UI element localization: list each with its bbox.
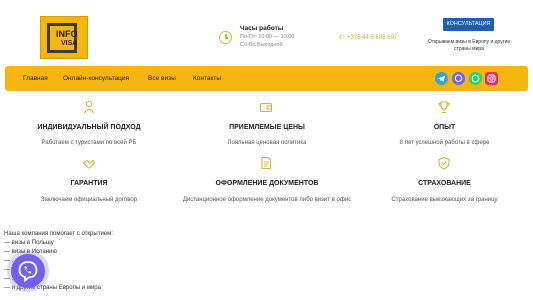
viber-chat-button[interactable] [11, 254, 45, 288]
clock-icon [219, 31, 232, 44]
nav-bar: Главная Онлайн-консультация Все визы Кон… [5, 66, 528, 91]
whatsapp-icon[interactable] [469, 72, 482, 85]
feature-title-insurance: СТРАХОВАНИЕ [418, 180, 471, 187]
viber-icon[interactable] [452, 72, 465, 85]
hours-title: Часы работы [240, 25, 284, 32]
feature-desc-documents: Дистанционное оформление документов либо… [182, 197, 352, 203]
feature-title-individual: ИНДИВИДУАЛЬНЫЙ ПОДХОД [37, 124, 141, 131]
hours-weekdays: Пн-Пт: 10:00 — 19:00 [240, 34, 295, 40]
viber-icon [18, 261, 38, 283]
nav-item-contacts[interactable]: Контакты [193, 75, 221, 82]
consultation-button[interactable]: КОНСУЛЬТАЦИЯ [443, 18, 494, 31]
feature-desc-guarantee: Заключаем официальный договор [40, 197, 138, 203]
logo-text-top: INFO [56, 29, 78, 39]
instagram-icon[interactable] [485, 72, 498, 85]
feature-desc-individual: Работаем с туристами по всей РБ [41, 140, 137, 146]
phone-number: +375 44 5 606 607 [347, 35, 398, 41]
handshake-icon [82, 157, 96, 171]
phone-icon: ✆ [339, 35, 345, 41]
logo-text-bottom: VISA [61, 40, 78, 47]
phone-link[interactable]: ✆ +375 44 5 606 607 [339, 34, 397, 41]
intro-heading: Наша компания помогает с открытием: [4, 231, 113, 237]
nav-item-home[interactable]: Главная [23, 75, 48, 82]
trophy-icon [437, 100, 451, 114]
feature-title-prices: ПРИЕМЛЕМЫЕ ЦЕНЫ [229, 124, 305, 131]
nav-item-online-consultation[interactable]: Онлайн-консультация [63, 75, 129, 82]
feature-title-guarantee: ГАРАНТИЯ [70, 180, 108, 187]
feature-desc-insurance: Страхование выезжающих за границу [391, 197, 498, 203]
cta-note: Открываем визы в Европу и другие страны … [427, 39, 511, 52]
person-icon [82, 100, 96, 114]
intro-line: — визы в Польшу [4, 240, 54, 246]
document-icon [259, 156, 273, 170]
shield-icon [437, 156, 451, 170]
wallet-icon [259, 100, 273, 114]
logo[interactable]: INFO VISA [40, 16, 88, 59]
feature-title-documents: ОФОРМЛЕНИЕ ДОКУМЕНТОВ [215, 180, 319, 187]
telegram-icon[interactable] [435, 72, 448, 85]
feature-desc-experience: 8 лет успешной работы в сфере [399, 140, 490, 146]
nav-item-all-visas[interactable]: Все визы [148, 75, 176, 82]
feature-desc-prices: Лояльная ценовая политика [227, 140, 307, 146]
feature-title-experience: ОПЫТ [433, 124, 456, 131]
hours-weekend: Сб-Вс Выходной [240, 42, 283, 48]
